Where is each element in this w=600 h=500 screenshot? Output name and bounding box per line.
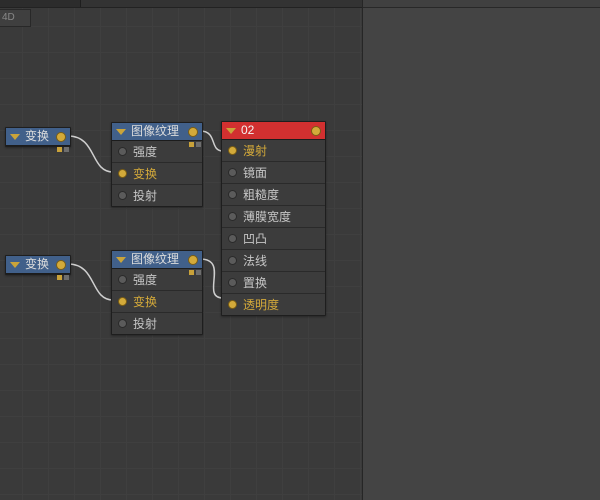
mini-toolbar[interactable] bbox=[49, 147, 69, 159]
editor-tab[interactable]: 4D bbox=[0, 9, 31, 27]
row-label: 变换 bbox=[133, 293, 157, 310]
row-label: 薄膜宽度 bbox=[243, 208, 291, 225]
row-transform[interactable]: 变换 bbox=[112, 162, 202, 184]
input-port[interactable] bbox=[228, 168, 237, 177]
node-transform-1[interactable]: 变换 bbox=[5, 127, 71, 147]
node-header[interactable]: 图像纹理 bbox=[112, 123, 202, 141]
node-canvas[interactable]: 4D 变换 图像纹理 强度变换投射 变换 bbox=[0, 0, 363, 500]
row-filmw[interactable]: 薄膜宽度 bbox=[222, 205, 325, 227]
row-label: 镜面 bbox=[243, 164, 267, 181]
input-port[interactable] bbox=[118, 169, 127, 178]
input-port[interactable] bbox=[118, 319, 127, 328]
node-title: 图像纹理 bbox=[131, 251, 184, 268]
row-displace[interactable]: 置换 bbox=[222, 271, 325, 293]
row-specular[interactable]: 镜面 bbox=[222, 161, 325, 183]
disclosure-icon bbox=[10, 262, 20, 268]
node-title: 变换 bbox=[25, 256, 52, 273]
row-label: 法线 bbox=[243, 252, 267, 269]
node-rows: 漫射镜面粗糙度薄膜宽度凹凸法线置换透明度 bbox=[222, 140, 325, 315]
top-chip bbox=[0, 0, 81, 7]
mini-toolbar[interactable] bbox=[181, 270, 201, 282]
node-transform-2[interactable]: 变换 bbox=[5, 255, 71, 275]
row-label: 强度 bbox=[133, 143, 157, 160]
row-diffuse[interactable]: 漫射 bbox=[222, 140, 325, 161]
row-label: 置换 bbox=[243, 274, 267, 291]
row-label: 粗糙度 bbox=[243, 186, 279, 203]
input-port[interactable] bbox=[118, 297, 127, 306]
node-image-texture-2[interactable]: 图像纹理 强度变换投射 bbox=[111, 250, 203, 335]
output-port[interactable] bbox=[311, 126, 321, 136]
node-header[interactable]: 02 bbox=[222, 122, 325, 140]
input-port[interactable] bbox=[228, 300, 237, 309]
row-label: 强度 bbox=[133, 271, 157, 288]
row-project[interactable]: 投射 bbox=[112, 184, 202, 206]
row-label: 透明度 bbox=[243, 296, 279, 313]
output-port[interactable] bbox=[56, 132, 66, 142]
mini-toolbar[interactable] bbox=[49, 275, 69, 287]
input-port[interactable] bbox=[228, 256, 237, 265]
disclosure-icon bbox=[10, 134, 20, 140]
input-port[interactable] bbox=[118, 191, 127, 200]
input-port[interactable] bbox=[118, 275, 127, 284]
row-rough[interactable]: 粗糙度 bbox=[222, 183, 325, 205]
node-image-texture-1[interactable]: 图像纹理 强度变换投射 bbox=[111, 122, 203, 207]
row-label: 凹凸 bbox=[243, 230, 267, 247]
top-strip bbox=[0, 0, 362, 8]
row-bump[interactable]: 凹凸 bbox=[222, 227, 325, 249]
row-label: 投射 bbox=[133, 315, 157, 332]
input-port[interactable] bbox=[118, 147, 127, 156]
row-label: 投射 bbox=[133, 187, 157, 204]
node-material-02[interactable]: 02 漫射镜面粗糙度薄膜宽度凹凸法线置换透明度 bbox=[221, 121, 326, 316]
row-label: 变换 bbox=[133, 165, 157, 182]
node-header[interactable]: 变换 bbox=[6, 256, 70, 274]
row-label: 漫射 bbox=[243, 142, 267, 159]
node-header[interactable]: 图像纹理 bbox=[112, 251, 202, 269]
top-bar-right bbox=[363, 0, 600, 8]
node-title: 02 bbox=[241, 122, 307, 139]
row-opacity[interactable]: 透明度 bbox=[222, 293, 325, 315]
mini-toolbar[interactable] bbox=[181, 142, 201, 154]
input-port[interactable] bbox=[228, 278, 237, 287]
node-header[interactable]: 变换 bbox=[6, 128, 70, 146]
output-port[interactable] bbox=[188, 127, 198, 137]
input-port[interactable] bbox=[228, 190, 237, 199]
node-title: 变换 bbox=[25, 128, 52, 145]
disclosure-icon bbox=[116, 129, 126, 135]
node-title: 图像纹理 bbox=[131, 123, 184, 140]
row-normal[interactable]: 法线 bbox=[222, 249, 325, 271]
row-project[interactable]: 投射 bbox=[112, 312, 202, 334]
output-port[interactable] bbox=[56, 260, 66, 270]
input-port[interactable] bbox=[228, 212, 237, 221]
input-port[interactable] bbox=[228, 146, 237, 155]
output-port[interactable] bbox=[188, 255, 198, 265]
disclosure-icon bbox=[116, 257, 126, 263]
disclosure-icon bbox=[226, 128, 236, 134]
row-transform[interactable]: 变换 bbox=[112, 290, 202, 312]
input-port[interactable] bbox=[228, 234, 237, 243]
